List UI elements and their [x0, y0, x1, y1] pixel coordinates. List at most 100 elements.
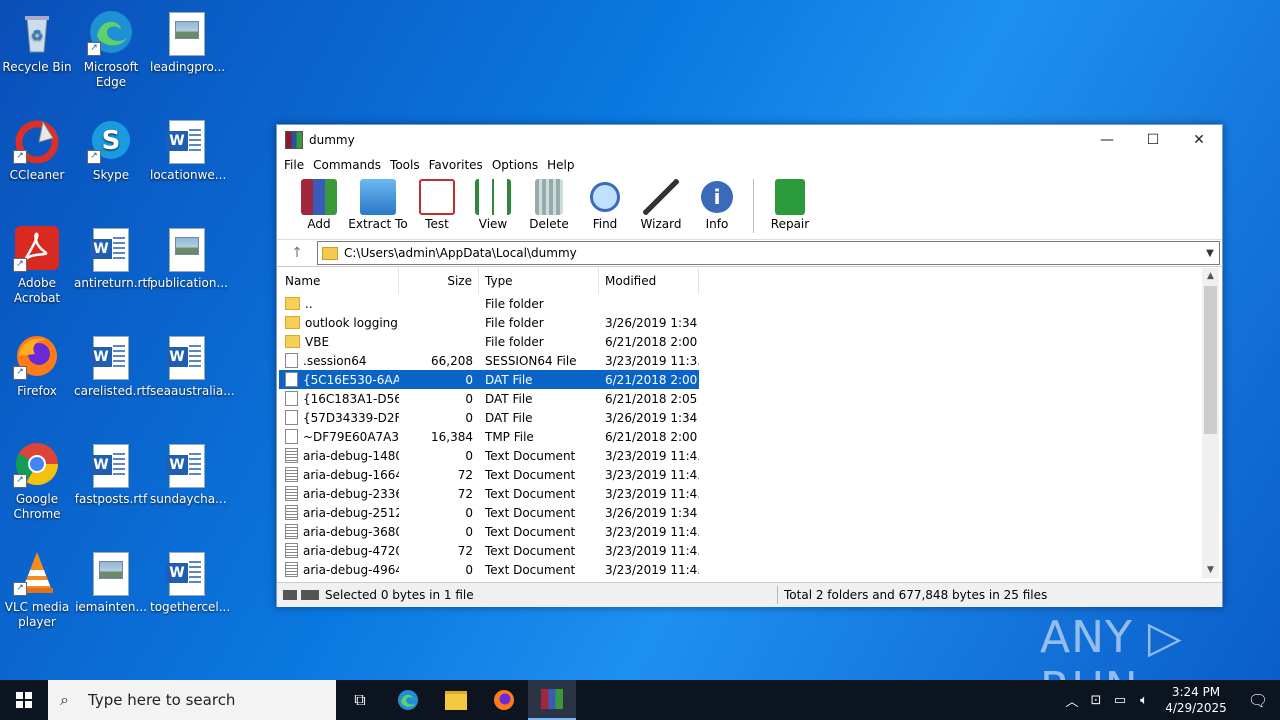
desktop-icon-locationwe[interactable]: W locationwe...	[150, 116, 226, 183]
scroll-down-icon[interactable]: ▼	[1202, 562, 1219, 578]
winrar-app-icon	[541, 689, 563, 709]
column-type[interactable]: Type	[479, 268, 599, 294]
file-type: File folder	[485, 315, 544, 330]
menu-favorites[interactable]: Favorites	[429, 158, 483, 172]
desktop-icon-publication[interactable]: publication...	[150, 224, 228, 291]
menu-tools[interactable]: Tools	[390, 158, 420, 172]
column-size[interactable]: Size	[399, 268, 479, 294]
desktop-icon-antireturn[interactable]: W antireturn.rtf	[74, 224, 151, 291]
repair-button[interactable]: Repair	[762, 175, 818, 231]
task-view-button[interactable]: ⧉	[336, 680, 384, 720]
address-field[interactable]: C:\Users\admin\AppData\Local\dummy ▼	[317, 241, 1220, 265]
desktop-icon-seaaustralia[interactable]: W seaaustralia...	[150, 332, 235, 399]
table-row[interactable]: outlook logging File folder 3/26/2019 1:34…	[279, 313, 1201, 332]
chevron-down-icon[interactable]: ▼	[1201, 248, 1219, 259]
table-row[interactable]: {16C183A1-D564... 0 DAT File 6/21/2018 2:05…	[279, 389, 1201, 408]
up-one-level-icon[interactable]: ↑	[277, 245, 317, 261]
info-button[interactable]: i Info	[689, 175, 745, 231]
taskbar-search[interactable]: ⌕ Type here to search	[48, 680, 336, 720]
desktop-icon-label: leadingpro...	[150, 60, 226, 74]
scroll-thumb[interactable]	[1204, 286, 1217, 434]
start-button[interactable]	[0, 680, 48, 720]
desktop-icon-chrome[interactable]: ↗ Google Chrome	[0, 440, 74, 522]
network-icon[interactable]: ▭	[1108, 693, 1132, 708]
menu-options[interactable]: Options	[492, 158, 538, 172]
recycle-bin-icon: ♻	[13, 8, 61, 56]
text-file-icon	[285, 524, 298, 539]
desktop-icon-vlc[interactable]: ↗ VLC media player	[0, 548, 74, 630]
table-row[interactable]: aria-debug-1480... 0 Text Document 3/23/201…	[279, 446, 1201, 465]
add-button[interactable]: Add	[291, 175, 347, 231]
meet-now-icon[interactable]: ⊡	[1084, 693, 1108, 708]
table-row[interactable]: aria-debug-1664... 72 Text Document 3/23/20…	[279, 465, 1201, 484]
table-row[interactable]: .session64 66,208 SESSION64 File 3/23/2019 …	[279, 351, 1201, 370]
table-row[interactable]: {5C16E530-6AA4... 0 DAT File 6/21/2018 2:00…	[279, 370, 699, 389]
close-button[interactable]: ✕	[1176, 125, 1222, 155]
desktop-icon-label: sundaycha...	[150, 492, 227, 506]
add-archive-icon	[301, 179, 337, 215]
desktop-icon-ccleaner[interactable]: ↗ CCleaner	[0, 116, 74, 183]
desktop-icon-skype[interactable]: S ↗ Skype	[74, 116, 148, 183]
table-row[interactable]: aria-debug-2512... 0 Text Document 3/26/201…	[279, 503, 1201, 522]
svg-text:S: S	[102, 126, 121, 156]
chevron-up-icon[interactable]: ︿	[1060, 691, 1084, 710]
extract-to-button[interactable]: Extract To	[347, 175, 409, 231]
column-modified[interactable]: Modified	[599, 268, 699, 294]
table-row[interactable]: aria-debug-4964... 0 Text Document 3/23/201…	[279, 560, 1201, 578]
desktop-icon-sundaycha[interactable]: W sundaycha...	[150, 440, 227, 507]
menu-file[interactable]: File	[284, 158, 304, 172]
file-size: 72	[457, 486, 473, 501]
vertical-scrollbar[interactable]: ▲ ▼	[1202, 268, 1219, 578]
file-type: TMP File	[485, 429, 534, 444]
desktop-icon-firefox[interactable]: ↗ Firefox	[0, 332, 74, 399]
delete-button[interactable]: Delete	[521, 175, 577, 231]
status-separator	[777, 586, 778, 604]
desktop-icon-leadingpro[interactable]: leadingpro...	[150, 8, 226, 75]
table-row[interactable]: aria-debug-4720... 72 Text Document 3/23/20…	[279, 541, 1201, 560]
taskbar-edge[interactable]	[384, 680, 432, 720]
title-bar[interactable]: dummy — ☐ ✕	[277, 125, 1222, 155]
toolbar-label: Extract To	[348, 217, 408, 231]
file-name: VBE	[305, 334, 330, 349]
file-name-cell: {57D34339-D2FF...	[279, 410, 399, 425]
file-name: aria-debug-3680...	[303, 524, 399, 539]
view-button[interactable]: View	[465, 175, 521, 231]
file-modified: 6/21/2018 2:00 ...	[605, 334, 699, 349]
desktop-icon-edge[interactable]: ↗ Microsoft Edge	[74, 8, 148, 90]
svg-text:♻: ♻	[31, 28, 44, 44]
desktop-icon-adobe-acrobat[interactable]: ↗ Adobe Acrobat	[0, 224, 74, 306]
table-row[interactable]: .. File folder	[279, 294, 1201, 313]
clock[interactable]: 3:24 PM 4/29/2025	[1156, 684, 1236, 716]
maximize-button[interactable]: ☐	[1130, 125, 1176, 155]
menu-commands[interactable]: Commands	[313, 158, 381, 172]
minimize-button[interactable]: —	[1084, 125, 1130, 155]
notification-icon[interactable]: 🗨︎	[1236, 691, 1280, 710]
toolbar-label: Info	[705, 217, 729, 231]
vlc-icon: ↗	[13, 548, 61, 596]
table-row[interactable]: aria-debug-3680... 0 Text Document 3/23/201…	[279, 522, 1201, 541]
table-row[interactable]: {57D34339-D2FF... 0 DAT File 3/26/2019 1:34…	[279, 408, 1201, 427]
table-row[interactable]: aria-debug-2336... 72 Text Document 3/23/20…	[279, 484, 1201, 503]
file-modified: 3/23/2019 11:4...	[605, 448, 699, 463]
desktop-icon-fastposts[interactable]: W fastposts.rtf	[74, 440, 148, 507]
address-row: ↑ C:\Users\admin\AppData\Local\dummy ▼	[277, 240, 1222, 267]
toolbar-label: Repair	[770, 217, 810, 231]
find-button[interactable]: Find	[577, 175, 633, 231]
volume-icon[interactable]: 🔈︎	[1132, 693, 1156, 708]
taskbar-file-explorer[interactable]	[432, 680, 480, 720]
desktop-icon-carelisted[interactable]: W carelisted.rtf	[74, 332, 150, 399]
desktop-icon-iemainten[interactable]: iemainten...	[74, 548, 148, 615]
desktop-icon-togethercel[interactable]: W togethercel...	[150, 548, 230, 615]
scroll-up-icon[interactable]: ▲	[1202, 268, 1219, 284]
file-name: ~DF79E60A7A3...	[303, 429, 399, 444]
test-checklist-icon	[419, 179, 455, 215]
desktop-icon-label: togethercel...	[150, 600, 231, 614]
table-row[interactable]: VBE File folder 6/21/2018 2:00 ...	[279, 332, 1201, 351]
taskbar-firefox[interactable]	[480, 680, 528, 720]
test-button[interactable]: Test	[409, 175, 465, 231]
desktop-icon-recycle-bin[interactable]: ♻ Recycle Bin	[0, 8, 74, 75]
table-row[interactable]: ~DF79E60A7A3... 16,384 TMP File 6/21/2018 2…	[279, 427, 1201, 446]
wizard-button[interactable]: Wizard	[633, 175, 689, 231]
menu-help[interactable]: Help	[547, 158, 574, 172]
taskbar-winrar[interactable]	[528, 680, 576, 720]
